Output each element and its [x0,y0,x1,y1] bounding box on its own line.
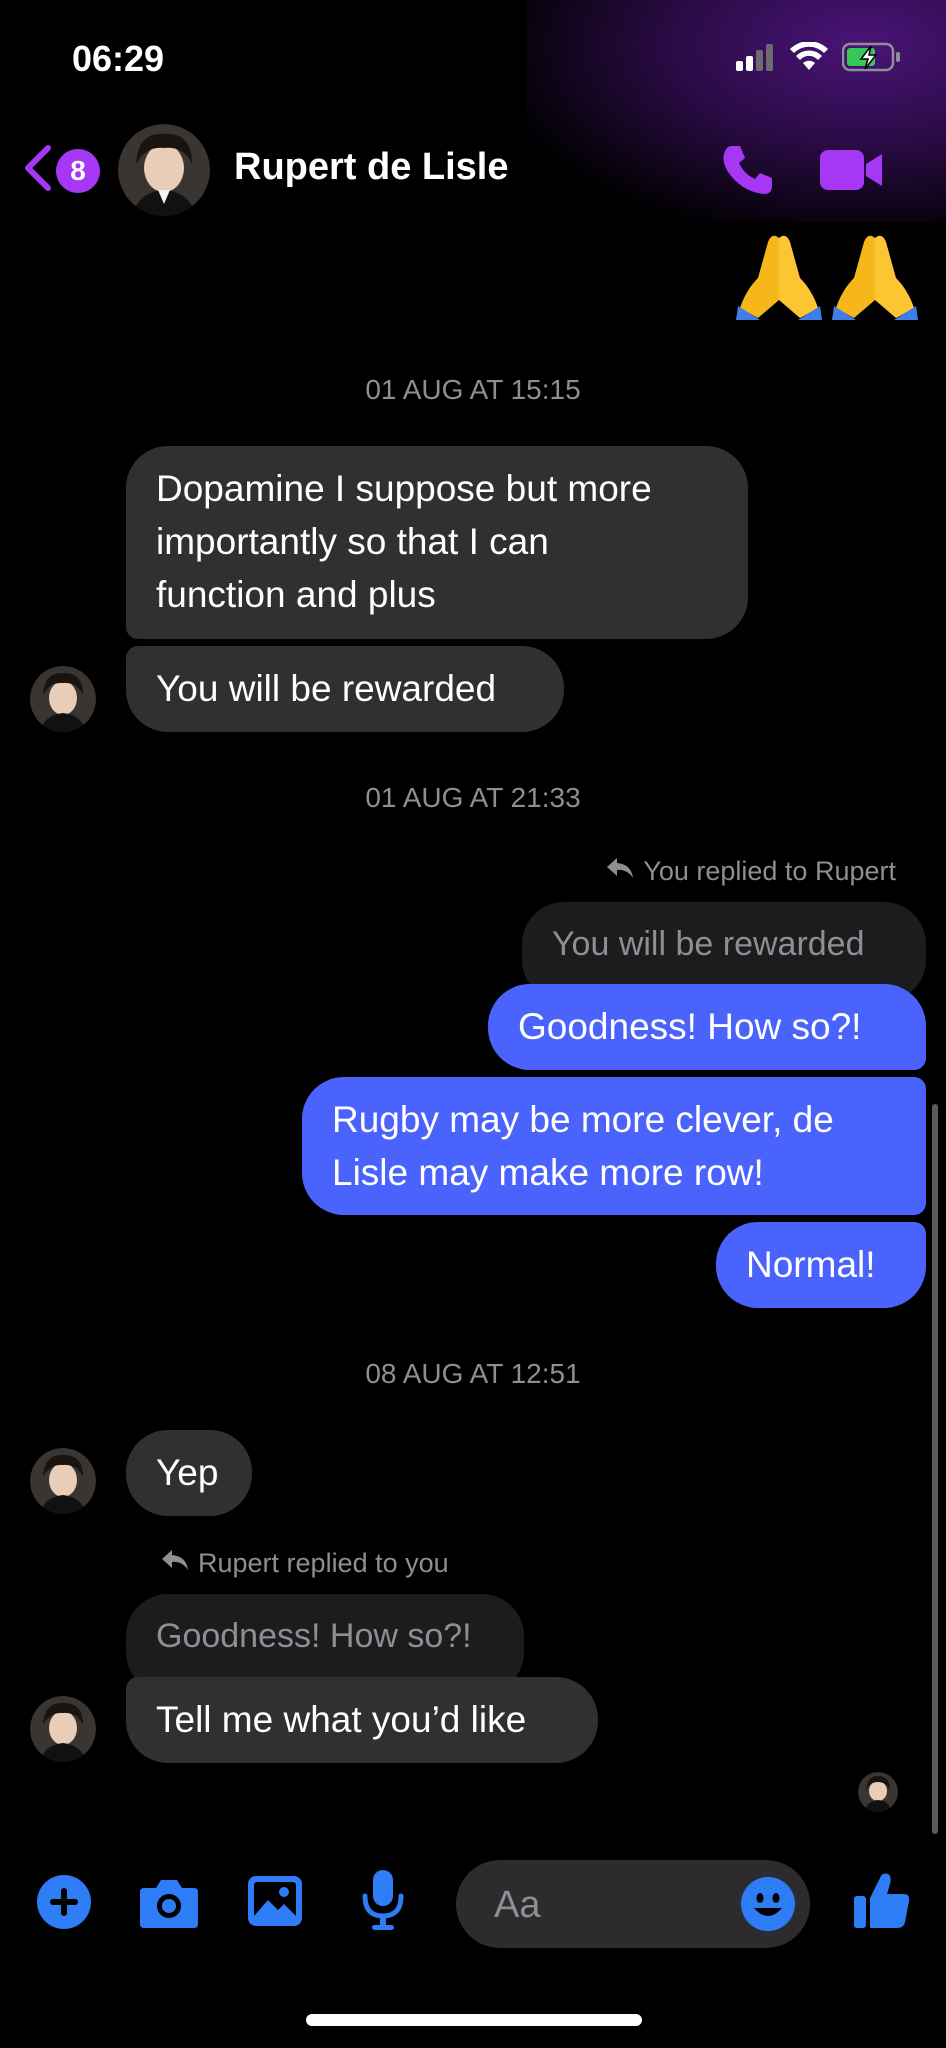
message-line: Rugby may be more clever, de [332,1099,834,1140]
message-input[interactable] [492,1860,716,1950]
thumbs-up-icon[interactable] [852,1870,912,1935]
quoted-text: Goodness! How so?! [156,1617,472,1655]
status-bar: 06:29 [0,0,946,110]
sender-avatar[interactable] [30,666,96,732]
video-call-icon[interactable] [818,144,886,196]
message-text: Yep [156,1452,219,1493]
home-indicator[interactable] [306,2014,642,2026]
message-line: function and plus [156,574,436,615]
message-input-field[interactable] [456,1860,810,1950]
emoji-icon[interactable] [740,1876,796,1932]
plus-icon[interactable] [36,1874,92,1935]
reply-label-text: You replied to Rupert [643,856,896,886]
back-button[interactable]: 8 [20,142,100,199]
timestamp-divider: 01 AUG AT 15:15 [365,374,581,405]
outgoing-message-bubble[interactable]: Rugby may be more clever, de Lisle may m… [302,1077,926,1215]
incoming-message-bubble[interactable]: Yep [126,1430,252,1516]
phone-call-icon[interactable] [718,140,778,200]
reply-context-label: Rupert replied to you [160,1548,449,1579]
reply-label-text: Rupert replied to you [198,1548,449,1578]
reply-arrow-icon [605,856,635,887]
gallery-icon[interactable] [246,1874,304,1933]
outgoing-message-bubble[interactable]: Goodness! How so?! [488,984,926,1070]
incoming-message-bubble[interactable]: Tell me what you’d like [126,1677,598,1763]
timestamp-divider: 01 AUG AT 21:33 [365,782,581,813]
status-time: 06:29 [72,38,165,79]
unread-count-badge: 8 [56,148,100,193]
chevron-left-icon [20,142,54,199]
seen-receipt-avatar [858,1772,898,1812]
message-text: Tell me what you’d like [156,1699,527,1740]
sender-avatar[interactable] [30,1448,96,1514]
incoming-message-bubble[interactable]: You will be rewarded [126,646,564,732]
contact-avatar[interactable] [118,124,210,216]
message-text: Goodness! How so?! [518,1006,862,1047]
message-text: You will be rewarded [156,668,497,709]
folded-hands-emoji [736,235,822,320]
message-line: Lisle may make more row! [332,1152,764,1193]
message-line: Dopamine I suppose but more [156,468,652,509]
scrollbar[interactable] [932,1104,938,1834]
signal-icon [736,43,776,76]
outgoing-message-bubble[interactable]: Normal! [716,1222,926,1308]
incoming-message-bubble[interactable]: Dopamine I suppose but more importantly … [126,446,748,639]
reply-context-label: You replied to Rupert [605,856,896,887]
prayer-emoji-message[interactable] [736,228,918,320]
messenger-chat-screen: 06:29 8 Rupert de Lisle 01 AUG AT 15:15 … [0,0,946,2048]
contact-name[interactable]: Rupert de Lisle [234,146,509,189]
message-composer [0,1852,946,1952]
wifi-icon [790,41,828,77]
timestamp-divider: 08 AUG AT 12:51 [365,1358,581,1389]
folded-hands-emoji [832,235,918,320]
camera-icon[interactable] [138,1874,200,1935]
chat-header: 8 Rupert de Lisle [0,118,946,222]
message-text: Normal! [746,1244,876,1285]
microphone-icon[interactable] [360,1868,406,1937]
battery-charging-icon [841,42,902,77]
reply-arrow-icon [160,1548,190,1579]
message-line: importantly so that I can [156,521,549,562]
status-icons [736,41,902,77]
sender-avatar[interactable] [30,1696,96,1762]
quoted-text: You will be rewarded [552,925,865,963]
